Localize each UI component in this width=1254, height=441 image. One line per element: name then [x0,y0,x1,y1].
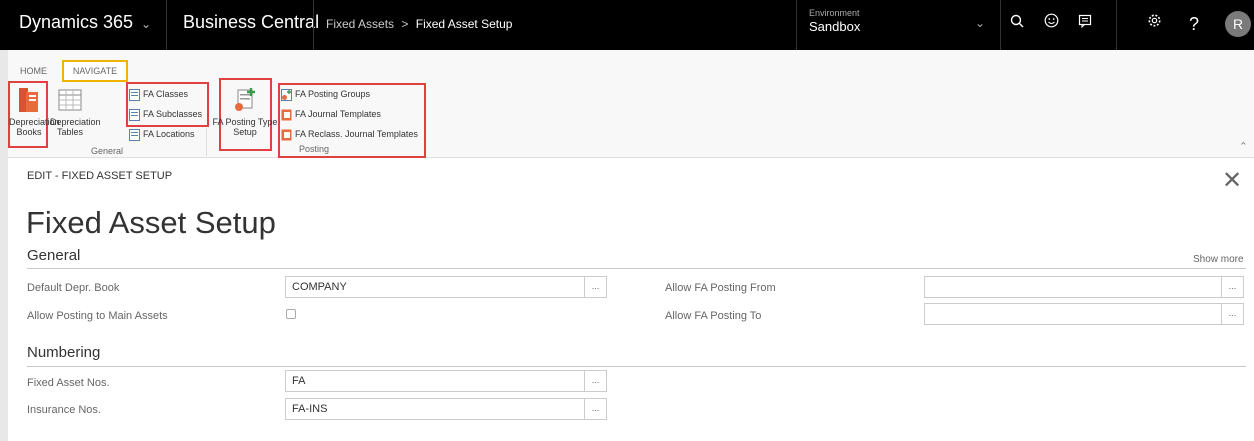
fa-posting-groups-button[interactable]: FA Posting Groups [281,86,370,102]
depreciation-tables-label-2: Tables [56,127,83,137]
fa-locations-button[interactable]: FA Locations [129,126,195,142]
fa-posting-type-setup-label-1: FA Posting Type [212,117,278,127]
insurance-nos-lookup-button[interactable]: ... [585,398,607,420]
section-numbering-heading[interactable]: Numbering [27,344,100,361]
left-accent-bar [0,50,8,441]
divider [1116,0,1117,50]
allow-posting-main-assets-label: Allow Posting to Main Assets [27,310,168,322]
journal-icon [281,129,292,141]
close-icon[interactable]: ✕ [1222,166,1242,195]
search-icon[interactable] [1006,13,1028,35]
setup-icon [232,86,258,114]
breadcrumb-parent[interactable]: Fixed Assets [326,17,394,31]
list-icon [129,108,140,121]
fixed-asset-nos-field[interactable]: FA [285,370,585,392]
gear-icon[interactable] [1143,13,1165,35]
show-more-link[interactable]: Show more [1193,254,1244,265]
fa-posting-type-setup-label-2: Setup [233,127,257,137]
app-switcher[interactable]: Dynamics 365 ⌄ [19,12,151,33]
fa-reclass-journal-templates-button[interactable]: FA Reclass. Journal Templates [281,126,418,142]
fa-subclasses-label: FA Subclasses [143,109,203,119]
page-title: Fixed Asset Setup [26,205,276,240]
journal-icon [281,109,292,121]
group-label-general: General [91,146,124,156]
allow-fa-posting-to-lookup-button[interactable]: ... [1222,303,1244,325]
fa-journal-templates-button[interactable]: FA Journal Templates [281,106,381,122]
fa-journal-templates-label: FA Journal Templates [295,109,381,119]
depreciation-tables-label-1: Depreciation [50,117,101,127]
fa-classes-label: FA Classes [143,89,189,99]
fixed-asset-nos-label: Fixed Asset Nos. [27,377,110,389]
fa-reclass-journal-templates-label: FA Reclass. Journal Templates [295,129,418,139]
breadcrumb-separator: > [401,17,409,31]
tab-navigate[interactable]: NAVIGATE [62,60,128,82]
divider [166,0,167,50]
breadcrumb-current: Fixed Asset Setup [415,17,513,31]
posting-groups-icon [281,88,292,101]
top-bar: Dynamics 365 ⌄ Business Central Fixed Ass… [0,0,1254,50]
allow-posting-main-assets-checkbox[interactable] [286,309,296,319]
allow-fa-posting-from-lookup-button[interactable]: ... [1222,276,1244,298]
default-depr-book-field[interactable]: COMPANY [285,276,585,298]
section-general-heading[interactable]: General [27,247,80,264]
list-icon [129,88,140,101]
avatar[interactable]: R [1225,11,1251,37]
chat-icon[interactable] [1074,13,1096,35]
fa-posting-groups-label: FA Posting Groups [295,89,371,99]
environment-label: Environment [809,8,860,18]
depreciation-books-label-2: Books [16,127,42,137]
chevron-up-icon[interactable]: ⌃ [1239,140,1248,153]
action-ribbon: HOME NAVIGATE Depreciation Books Depreci… [8,50,1254,158]
default-depr-book-lookup-button[interactable]: ... [585,276,607,298]
group-label-posting: Posting [299,144,330,154]
insurance-nos-field[interactable]: FA-INS [285,398,585,420]
tab-home[interactable]: HOME [20,66,47,76]
edit-label: EDIT - FIXED ASSET SETUP [27,170,173,182]
allow-fa-posting-to-label: Allow FA Posting To [665,310,762,322]
depreciation-tables-button[interactable]: Depreciation Tables [50,86,101,137]
divider [313,0,314,50]
depreciation-books-icon [16,86,42,114]
smiley-icon[interactable] [1040,13,1062,35]
fixed-asset-nos-lookup-button[interactable]: ... [585,370,607,392]
divider [796,0,797,50]
list-icon [129,128,140,141]
product-name[interactable]: Business Central [183,12,319,33]
depreciation-books-button[interactable]: Depreciation Books [9,86,60,137]
allow-fa-posting-to-field[interactable] [924,303,1222,325]
fa-classes-button[interactable]: FA Classes [129,86,188,102]
fa-subclasses-button[interactable]: FA Subclasses [129,106,202,122]
insurance-nos-label: Insurance Nos. [27,404,101,416]
allow-fa-posting-from-label: Allow FA Posting From [665,282,776,294]
environment-value: Sandbox [809,19,861,34]
section-divider [27,268,1246,269]
app-title: Dynamics 365 [19,12,134,32]
depreciation-books-label-1: Depreciation [9,117,60,127]
divider [1000,0,1001,50]
environment-selector[interactable]: Environment Sandbox [809,8,860,34]
fa-posting-type-setup-button[interactable]: FA Posting Type Setup [210,86,280,137]
divider [206,128,207,156]
chevron-down-icon[interactable]: ⌄ [975,16,985,30]
table-icon [57,86,83,114]
chevron-down-icon: ⌄ [141,17,152,31]
default-depr-book-label: Default Depr. Book [27,282,120,294]
help-icon[interactable]: ? [1183,13,1205,35]
section-divider [27,366,1246,367]
fa-locations-label: FA Locations [143,129,195,139]
breadcrumb: Fixed Assets > Fixed Asset Setup [326,17,512,31]
allow-fa-posting-from-field[interactable] [924,276,1222,298]
